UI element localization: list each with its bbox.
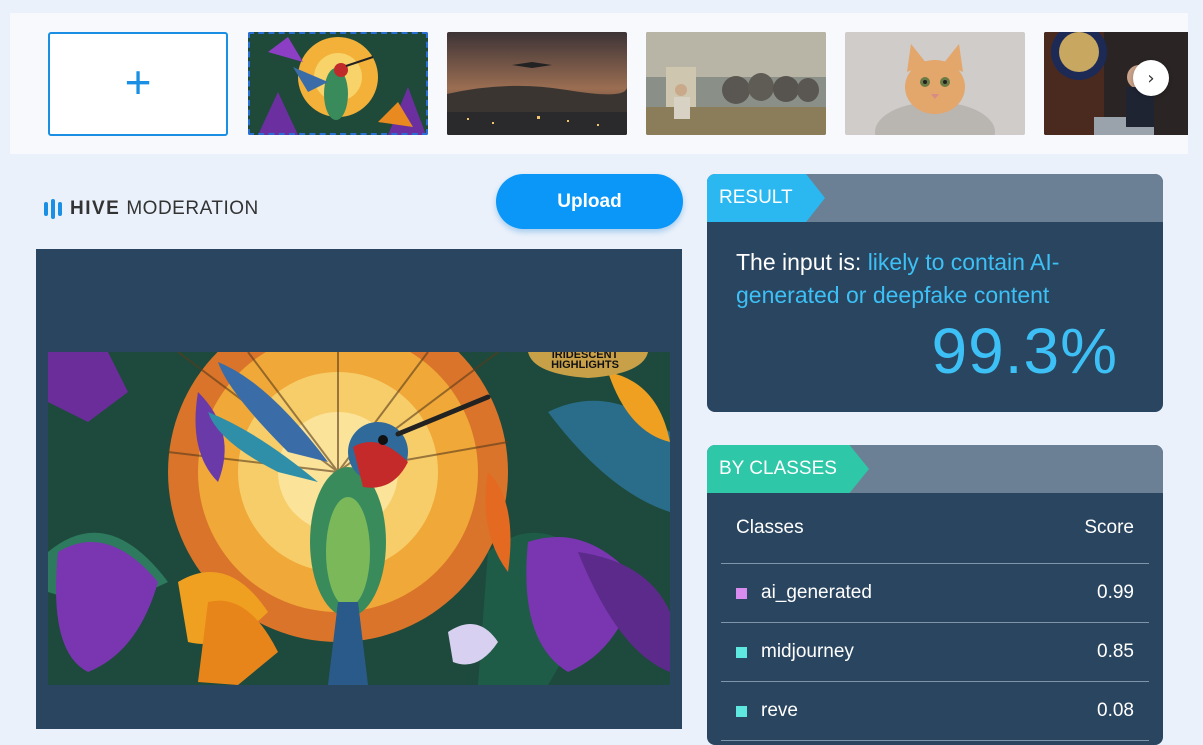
logo-moderation-text: MODERATION <box>126 198 259 219</box>
plus-icon: + <box>124 56 152 108</box>
next-arrow-button[interactable]: › <box>1133 60 1169 96</box>
classes-table: Classes Score ai_generated 0.99 midjourn… <box>721 493 1149 741</box>
result-header: RESULT <box>707 174 1163 222</box>
by-classes-tab: BY CLASSES <box>707 445 869 493</box>
table-row: ai_generated 0.99 <box>721 564 1149 623</box>
by-classes-header: BY CLASSES <box>707 445 1163 493</box>
table-row: midjourney 0.85 <box>721 623 1149 682</box>
hive-logo-icon <box>44 199 62 219</box>
column-score: Score <box>1084 517 1134 538</box>
result-card: RESULT The input is: likely to contain A… <box>707 174 1163 412</box>
upload-button[interactable]: Upload <box>496 174 683 229</box>
class-label: ai_generated <box>761 582 872 603</box>
result-tab: RESULT <box>707 174 825 222</box>
class-score: 0.85 <box>1097 641 1134 662</box>
class-score: 0.99 <box>1097 582 1134 603</box>
table-row: reve 0.08 <box>721 682 1149 741</box>
cat-hoodie-thumbnail[interactable] <box>845 32 1025 135</box>
preview-image: IRIDESCENT HIGHLIGHTS <box>48 352 670 685</box>
image-preview-panel: IRIDESCENT HIGHLIGHTS <box>36 249 682 729</box>
by-classes-card: BY CLASSES Classes Score ai_generated 0.… <box>707 445 1163 745</box>
result-percentage: 99.3% <box>931 315 1118 387</box>
column-classes: Classes <box>736 517 804 538</box>
class-color-swatch <box>736 646 747 658</box>
image-gallery-strip: + › <box>10 13 1188 154</box>
result-prefix: The input is: <box>736 249 868 275</box>
city-night-thumbnail[interactable] <box>447 32 627 135</box>
badge-line2: HIGHLIGHTS <box>551 359 619 371</box>
class-color-swatch <box>736 587 747 599</box>
result-statement: The input is: likely to contain AI-gener… <box>736 246 1136 312</box>
classes-table-header: Classes Score <box>721 493 1149 564</box>
class-label: midjourney <box>761 641 854 662</box>
add-image-button[interactable]: + <box>48 32 228 136</box>
logo-hive-text: HIVE <box>70 198 121 219</box>
hive-moderation-logo: HIVE MODERATION <box>44 197 259 221</box>
elephants-painting-thumbnail[interactable] <box>646 32 826 135</box>
class-color-swatch <box>736 705 747 717</box>
hummingbird-thumbnail[interactable] <box>248 32 428 135</box>
